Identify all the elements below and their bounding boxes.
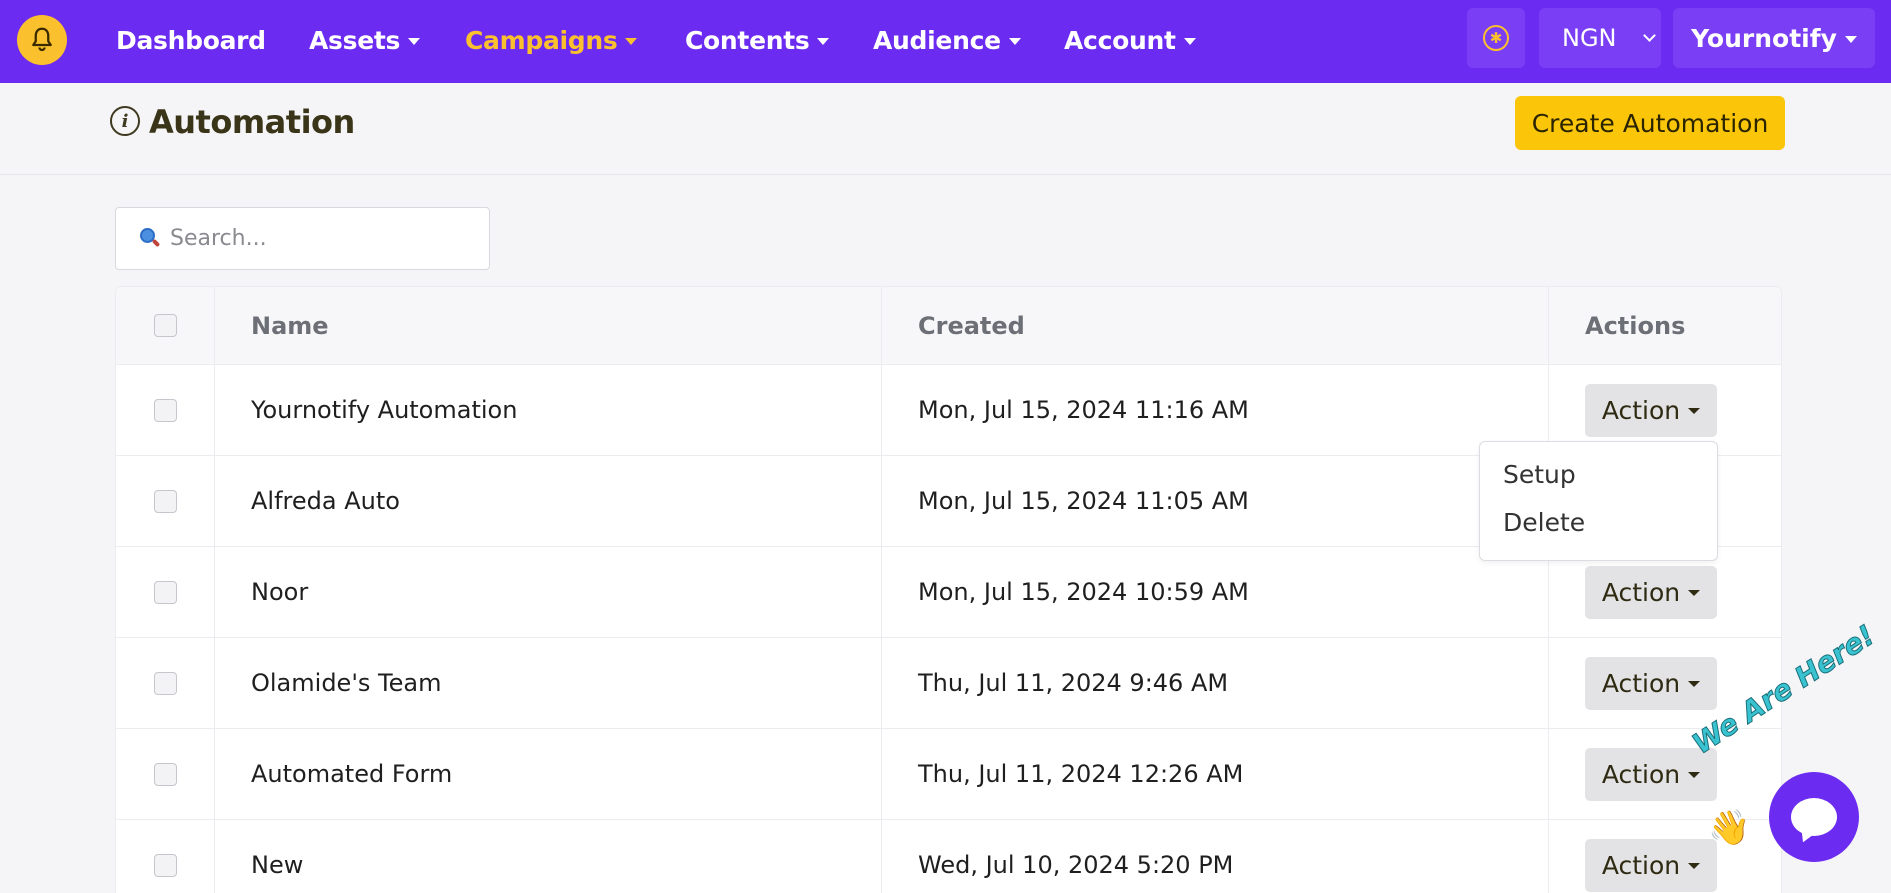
bell-icon-svg xyxy=(32,27,52,52)
nav-audience[interactable]: Audience xyxy=(873,22,1021,58)
nav-assets-label: Assets xyxy=(309,25,401,55)
created-date: Wed, Jul 10, 2024 5:20 PM xyxy=(882,820,1549,893)
accessibility-icon: ✱ xyxy=(1483,25,1509,51)
caret-down-icon xyxy=(1688,590,1701,596)
row-checkbox[interactable] xyxy=(153,853,177,877)
action-label: Action xyxy=(1601,395,1681,425)
nav-dashboard-label: Dashboard xyxy=(116,25,266,55)
action-dropdown-button[interactable]: Action xyxy=(1585,747,1717,801)
row-checkbox-cell xyxy=(116,365,215,455)
currency-value: NGN xyxy=(1562,24,1617,52)
caret-down-icon xyxy=(1008,37,1021,45)
row-checkbox[interactable] xyxy=(153,489,177,513)
chat-bubble-icon xyxy=(1791,798,1837,836)
chat-widget-button[interactable] xyxy=(1769,772,1859,862)
currency-select[interactable]: NGN xyxy=(1539,8,1661,68)
caret-down-icon xyxy=(1688,772,1701,778)
account-menu[interactable]: Yournotify xyxy=(1673,8,1875,68)
action-dropdown-button[interactable]: Action xyxy=(1585,838,1717,892)
nav-contents[interactable]: Contents xyxy=(685,22,830,58)
table-row: Olamide's Team Thu, Jul 11, 2024 9:46 AM… xyxy=(116,638,1781,729)
account-name: Yournotify xyxy=(1691,23,1837,53)
caret-down-icon xyxy=(1688,681,1701,687)
row-checkbox[interactable] xyxy=(153,398,177,422)
menu-item-setup[interactable]: Setup xyxy=(1503,460,1576,489)
row-checkbox-cell xyxy=(116,729,215,819)
nav-campaigns[interactable]: Campaigns xyxy=(465,22,638,58)
caret-down-icon xyxy=(817,37,830,45)
created-date: Mon, Jul 15, 2024 11:16 AM xyxy=(882,365,1549,455)
row-checkbox[interactable] xyxy=(153,580,177,604)
column-header-name[interactable]: Name xyxy=(215,287,882,364)
action-label: Action xyxy=(1601,668,1681,698)
action-dropdown-button[interactable]: Action xyxy=(1585,565,1717,619)
page-title: Automation xyxy=(149,103,355,141)
row-checkbox[interactable] xyxy=(153,762,177,786)
automation-table: Name Created Actions Yournotify Automati… xyxy=(115,286,1782,893)
search-icon xyxy=(138,227,161,250)
chevron-down-icon xyxy=(1642,28,1656,42)
caret-down-icon xyxy=(1183,37,1196,45)
bell-icon[interactable] xyxy=(17,15,67,65)
created-date: Mon, Jul 15, 2024 10:59 AM xyxy=(882,547,1549,637)
waving-hand-icon: 👋 xyxy=(1708,809,1751,847)
table-row: New Wed, Jul 10, 2024 5:20 PM Action xyxy=(116,820,1781,893)
nav-dashboard[interactable]: Dashboard xyxy=(116,22,266,58)
row-checkbox[interactable] xyxy=(153,671,177,695)
nav-assets[interactable]: Assets xyxy=(309,22,421,58)
automation-name[interactable]: Olamide's Team xyxy=(215,638,882,728)
row-checkbox-cell xyxy=(116,820,215,893)
row-checkbox-cell xyxy=(116,547,215,637)
info-icon[interactable]: i xyxy=(110,106,140,136)
column-header-actions: Actions xyxy=(1585,311,1686,340)
created-date: Mon, Jul 15, 2024 11:05 AM xyxy=(882,456,1549,546)
caret-down-icon xyxy=(625,37,638,45)
action-label: Action xyxy=(1601,577,1681,607)
automation-name[interactable]: Yournotify Automation xyxy=(215,365,882,455)
accessibility-button[interactable]: ✱ xyxy=(1467,8,1525,68)
nav-audience-label: Audience xyxy=(873,25,1001,55)
action-label: Action xyxy=(1601,759,1681,789)
caret-down-icon xyxy=(1688,408,1701,414)
column-header-created[interactable]: Created xyxy=(882,287,1549,364)
automation-name[interactable]: Automated Form xyxy=(215,729,882,819)
action-label: Action xyxy=(1601,850,1681,880)
action-dropdown-button[interactable]: Action xyxy=(1585,656,1717,710)
search-box[interactable] xyxy=(115,207,490,270)
table-header-row: Name Created Actions xyxy=(116,287,1781,365)
nav-account[interactable]: Account xyxy=(1064,22,1196,58)
automation-name[interactable]: Noor xyxy=(215,547,882,637)
created-date: Thu, Jul 11, 2024 12:26 AM xyxy=(882,729,1549,819)
automation-name[interactable]: Alfreda Auto xyxy=(215,456,882,546)
automation-name[interactable]: New xyxy=(215,820,882,893)
create-automation-button[interactable]: Create Automation xyxy=(1515,96,1785,150)
caret-down-icon xyxy=(1844,35,1857,43)
row-checkbox-cell xyxy=(116,638,215,728)
action-dropdown-menu: Setup Delete xyxy=(1479,441,1718,561)
nav-campaigns-label: Campaigns xyxy=(465,25,618,55)
action-dropdown-button[interactable]: Action xyxy=(1585,383,1717,437)
select-all-cell xyxy=(116,287,215,364)
row-checkbox-cell xyxy=(116,456,215,546)
caret-down-icon xyxy=(1688,863,1701,869)
caret-down-icon xyxy=(408,37,421,45)
nav-account-label: Account xyxy=(1064,25,1176,55)
page-header: i Automation Create Automation xyxy=(0,83,1891,175)
nav-contents-label: Contents xyxy=(685,25,810,55)
select-all-checkbox[interactable] xyxy=(153,314,177,337)
table-row: Automated Form Thu, Jul 11, 2024 12:26 A… xyxy=(116,729,1781,820)
created-date: Thu, Jul 11, 2024 9:46 AM xyxy=(882,638,1549,728)
menu-item-delete[interactable]: Delete xyxy=(1503,508,1585,537)
search-input[interactable] xyxy=(170,226,470,251)
top-navbar: Dashboard Assets Campaigns Contents Audi… xyxy=(0,0,1891,83)
